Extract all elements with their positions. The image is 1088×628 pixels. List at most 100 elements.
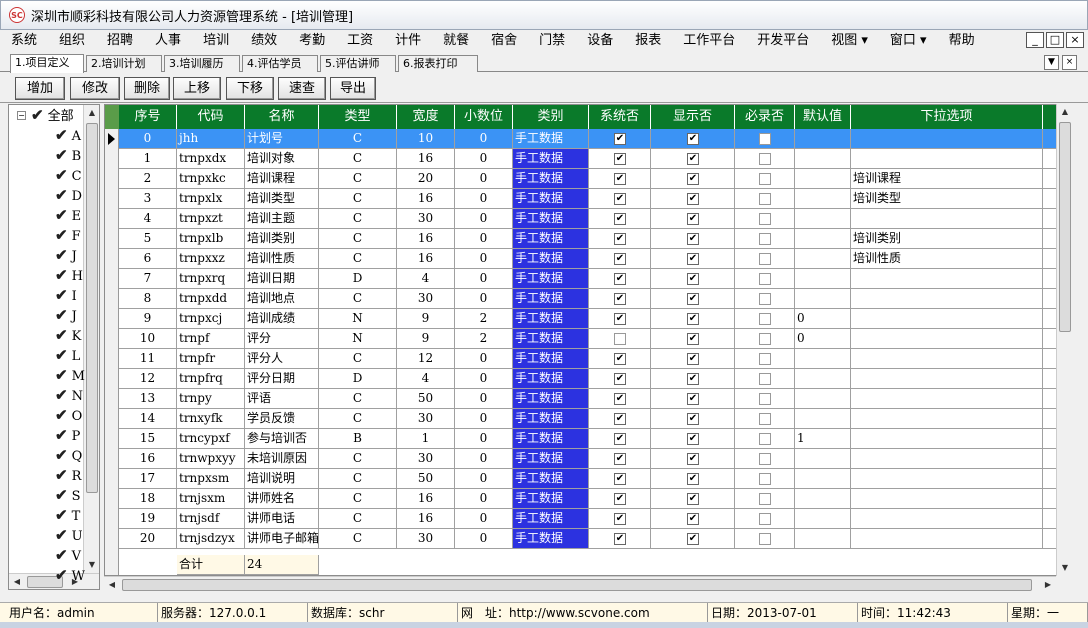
cell-cat[interactable]: 手工数据 (513, 469, 589, 489)
table-row[interactable]: 9 trnpxcj 培训成绩 N 9 2 手工数据 ✔ ✔ 0 (105, 309, 1071, 329)
checkbox[interactable] (759, 373, 771, 385)
cell-options[interactable] (851, 129, 1043, 149)
cell-no[interactable]: 10 (119, 329, 177, 349)
cell-cat[interactable]: 手工数据 (513, 229, 589, 249)
menu-item[interactable]: 人事 (144, 30, 192, 52)
cell-no[interactable]: 8 (119, 289, 177, 309)
checkbox[interactable] (759, 413, 771, 425)
cell-sys[interactable]: ✔ (589, 249, 651, 269)
cell-default[interactable] (795, 249, 851, 269)
checkbox[interactable]: ✔ (614, 353, 626, 365)
cell-dec[interactable]: 2 (455, 329, 513, 349)
checkbox[interactable]: ✔ (614, 413, 626, 425)
cell-req[interactable] (735, 189, 795, 209)
cell-show[interactable]: ✔ (651, 209, 735, 229)
cell-code[interactable]: trnpxdx (177, 149, 245, 169)
cell-code[interactable]: trnpf (177, 329, 245, 349)
cell-sys[interactable]: ✔ (589, 449, 651, 469)
table-row[interactable]: 1 trnpxdx 培训对象 C 16 0 手工数据 ✔ ✔ (105, 149, 1071, 169)
checkbox[interactable]: ✔ (614, 133, 626, 145)
tab-5[interactable]: 5.评估讲师 (320, 55, 396, 72)
column-header[interactable]: 序号 (119, 105, 177, 129)
cell-show[interactable]: ✔ (651, 149, 735, 169)
checkbox[interactable]: ✔ (614, 193, 626, 205)
cell-width[interactable]: 30 (397, 529, 455, 549)
cell-default[interactable] (795, 389, 851, 409)
cell-default[interactable] (795, 229, 851, 249)
cell-options[interactable]: 培训类型 (851, 189, 1043, 209)
table-row[interactable]: 20 trnjsdzyx 讲师电子邮箱 C 30 0 手工数据 ✔ ✔ (105, 529, 1071, 549)
checkbox[interactable] (759, 293, 771, 305)
cell-options[interactable] (851, 329, 1043, 349)
tree-node[interactable]: ✔ I (55, 285, 77, 305)
cell-default[interactable] (795, 289, 851, 309)
checkbox[interactable] (759, 133, 771, 145)
checkbox[interactable]: ✔ (687, 193, 699, 205)
tree-horizontal-scrollbar[interactable]: ◀ ▶ (9, 573, 99, 589)
cell-req[interactable] (735, 249, 795, 269)
cell-width[interactable]: 16 (397, 149, 455, 169)
column-header[interactable]: 必录否 (735, 105, 795, 129)
tree-node[interactable]: ✔ R (55, 465, 81, 485)
cell-cat[interactable]: 手工数据 (513, 449, 589, 469)
cell-cat[interactable]: 手工数据 (513, 209, 589, 229)
cell-name[interactable]: 评分日期 (245, 369, 319, 389)
menu-item[interactable]: 工资 (336, 30, 384, 52)
menu-item[interactable]: 帮助 (938, 30, 986, 52)
cell-cat[interactable]: 手工数据 (513, 309, 589, 329)
cell-options[interactable] (851, 389, 1043, 409)
cell-no[interactable]: 6 (119, 249, 177, 269)
cell-width[interactable]: 10 (397, 129, 455, 149)
scroll-right-icon[interactable]: ▶ (1040, 577, 1056, 593)
checkbox[interactable] (759, 253, 771, 265)
cell-name[interactable]: 讲师电话 (245, 509, 319, 529)
cell-name[interactable]: 评分 (245, 329, 319, 349)
cell-req[interactable] (735, 509, 795, 529)
column-header[interactable]: 类型 (319, 105, 397, 129)
cell-show[interactable]: ✔ (651, 289, 735, 309)
tab-4[interactable]: 4.评估学员 (242, 55, 318, 72)
cell-width[interactable]: 9 (397, 309, 455, 329)
cell-sys[interactable]: ✔ (589, 289, 651, 309)
cell-show[interactable]: ✔ (651, 269, 735, 289)
cell-dec[interactable]: 0 (455, 349, 513, 369)
cell-type[interactable]: C (319, 169, 397, 189)
cell-show[interactable]: ✔ (651, 329, 735, 349)
checkbox[interactable] (759, 453, 771, 465)
tree-node[interactable]: ✔ A (55, 125, 81, 145)
cell-no[interactable]: 19 (119, 509, 177, 529)
scroll-down-icon[interactable]: ▼ (84, 557, 99, 573)
checkbox[interactable]: ✔ (614, 393, 626, 405)
cell-options[interactable] (851, 369, 1043, 389)
checkbox[interactable] (759, 213, 771, 225)
tab-list-dropdown-icon[interactable]: ▼ (1044, 55, 1059, 70)
cell-type[interactable]: C (319, 249, 397, 269)
cell-type[interactable]: C (319, 189, 397, 209)
cell-cat[interactable]: 手工数据 (513, 369, 589, 389)
cell-type[interactable]: D (319, 269, 397, 289)
cell-type[interactable]: C (319, 289, 397, 309)
table-row[interactable]: 4 trnpxzt 培训主题 C 30 0 手工数据 ✔ ✔ (105, 209, 1071, 229)
table-row[interactable]: 13 trnpy 评语 C 50 0 手工数据 ✔ ✔ (105, 389, 1071, 409)
checkbox[interactable] (759, 433, 771, 445)
scroll-thumb[interactable] (86, 123, 98, 493)
cell-cat[interactable]: 手工数据 (513, 389, 589, 409)
cell-default[interactable] (795, 209, 851, 229)
checkbox[interactable]: ✔ (614, 233, 626, 245)
scroll-up-icon[interactable]: ▲ (1057, 104, 1073, 120)
cell-type[interactable]: C (319, 409, 397, 429)
cell-sys[interactable]: ✔ (589, 129, 651, 149)
table-row[interactable]: 10 trnpf 评分 N 9 2 手工数据 ✔ 0 (105, 329, 1071, 349)
tree-node[interactable]: ✔ F (55, 225, 81, 245)
cell-code[interactable]: trnpxlb (177, 229, 245, 249)
cell-default[interactable] (795, 449, 851, 469)
cell-default[interactable] (795, 129, 851, 149)
cell-req[interactable] (735, 209, 795, 229)
cell-dec[interactable]: 0 (455, 149, 513, 169)
scroll-thumb[interactable] (1059, 122, 1071, 332)
cell-sys[interactable]: ✔ (589, 209, 651, 229)
table-row[interactable]: 16 trnwpxyy 未培训原因 C 30 0 手工数据 ✔ ✔ (105, 449, 1071, 469)
cell-code[interactable]: trnpxcj (177, 309, 245, 329)
checkbox[interactable] (759, 233, 771, 245)
cell-name[interactable]: 培训地点 (245, 289, 319, 309)
